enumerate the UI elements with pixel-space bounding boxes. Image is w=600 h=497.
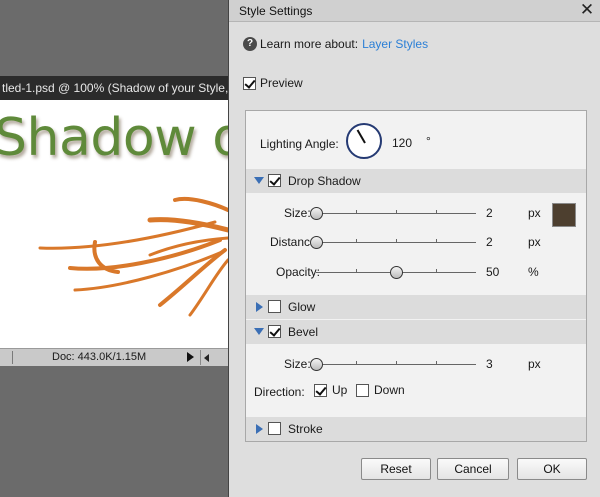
document-status-bar: Doc: 443.0K/1.15M	[0, 348, 228, 366]
size-slider-track[interactable]	[310, 207, 476, 220]
collapse-triangle-icon[interactable]	[256, 302, 263, 312]
bevel-size-unit: px	[528, 357, 541, 371]
lighting-angle-row: Lighting Angle: 120 °	[260, 123, 580, 163]
status-divider	[12, 351, 13, 364]
distance-slider-track[interactable]	[310, 236, 476, 249]
direction-label: Direction:	[254, 385, 305, 399]
style-options-panel: Lighting Angle: 120 ° Drop Shadow Size: …	[245, 110, 587, 442]
drop-shadow-distance-row: Distance: 2 px	[246, 232, 586, 252]
drop-shadow-opacity-row: Opacity: 50 %	[246, 262, 586, 282]
direction-up-option[interactable]: Up	[314, 383, 347, 397]
reset-button[interactable]: Reset	[361, 458, 431, 480]
drop-shadow-label: Drop Shadow	[288, 174, 361, 188]
close-icon[interactable]: ✕	[579, 2, 595, 19]
opacity-value[interactable]: 50	[486, 265, 499, 279]
distance-unit: px	[528, 235, 541, 249]
document-size-info: Doc: 443.0K/1.15M	[52, 351, 147, 363]
layer-styles-link[interactable]: Layer Styles	[362, 37, 428, 51]
stroke-section-header[interactable]: Stroke	[246, 417, 586, 441]
size-unit: px	[528, 206, 541, 220]
canvas-brush-strokes	[38, 197, 228, 317]
glow-checkbox[interactable]	[268, 300, 281, 313]
preview-label: Preview	[260, 76, 303, 90]
glow-section-header[interactable]: Glow	[246, 295, 586, 319]
glow-label: Glow	[288, 300, 316, 314]
document-tab-title[interactable]: tled-1.psd @ 100% (Shadow of your Style,…	[0, 76, 228, 100]
lighting-angle-unit: °	[426, 134, 431, 148]
scroll-left-arrow-icon[interactable]	[200, 350, 214, 365]
opacity-label: Opacity:	[276, 265, 321, 279]
direction-up-checkbox[interactable]	[314, 383, 327, 397]
ok-button[interactable]: OK	[517, 458, 587, 480]
help-text: Learn more about:	[260, 37, 359, 51]
dialog-titlebar[interactable]: Style Settings ✕	[229, 0, 600, 22]
bevel-size-row: Size: 3 px	[246, 354, 586, 374]
shadow-color-swatch[interactable]	[552, 203, 576, 227]
help-icon: ?	[243, 37, 257, 51]
direction-down-checkbox[interactable]	[356, 383, 369, 397]
preview-row[interactable]: Preview	[243, 76, 303, 90]
size-value[interactable]: 2	[486, 206, 493, 220]
bevel-direction-row: Direction: Up Down	[246, 381, 586, 401]
size-slider-thumb[interactable]	[310, 207, 323, 220]
direction-down-label: Down	[374, 383, 405, 397]
expand-triangle-icon[interactable]	[254, 328, 264, 335]
distance-value[interactable]: 2	[486, 235, 493, 249]
direction-down-option[interactable]: Down	[356, 383, 405, 397]
collapse-triangle-icon[interactable]	[256, 424, 263, 434]
bevel-size-slider-track[interactable]	[310, 358, 476, 371]
direction-up-label: Up	[332, 383, 348, 397]
bevel-section-header[interactable]: Bevel	[246, 320, 586, 344]
angle-needle	[356, 129, 366, 144]
bevel-size-value[interactable]: 3	[486, 357, 493, 371]
style-settings-dialog: Style Settings ✕ ? Learn more about: Lay…	[228, 0, 600, 497]
drop-shadow-checkbox[interactable]	[268, 174, 281, 187]
opacity-slider-thumb[interactable]	[390, 266, 403, 279]
distance-slider-thumb[interactable]	[310, 236, 323, 249]
document-canvas[interactable]: Shadow o	[0, 100, 228, 348]
dialog-title: Style Settings	[239, 4, 313, 18]
preview-checkbox[interactable]	[243, 76, 256, 90]
bevel-size-slider-thumb[interactable]	[310, 358, 323, 371]
bevel-size-label: Size:	[284, 357, 311, 371]
opacity-unit: %	[528, 265, 539, 279]
lighting-angle-label: Lighting Angle:	[260, 137, 339, 151]
drop-shadow-size-row: Size: 2 px	[246, 203, 586, 223]
expand-triangle-icon[interactable]	[254, 177, 264, 184]
lighting-angle-value[interactable]: 120	[392, 136, 412, 150]
size-label: Size:	[284, 206, 311, 220]
bevel-label: Bevel	[288, 325, 319, 339]
drop-shadow-section-header[interactable]: Drop Shadow	[246, 169, 586, 193]
lighting-angle-dial[interactable]	[346, 123, 382, 159]
opacity-slider-track[interactable]	[316, 266, 476, 279]
help-row: ? Learn more about: Layer Styles	[243, 36, 428, 52]
stroke-checkbox[interactable]	[268, 422, 281, 435]
cancel-button[interactable]: Cancel	[437, 458, 509, 480]
stroke-label: Stroke	[288, 422, 323, 436]
status-menu-arrow-icon[interactable]	[187, 352, 194, 362]
bevel-checkbox[interactable]	[268, 325, 281, 338]
